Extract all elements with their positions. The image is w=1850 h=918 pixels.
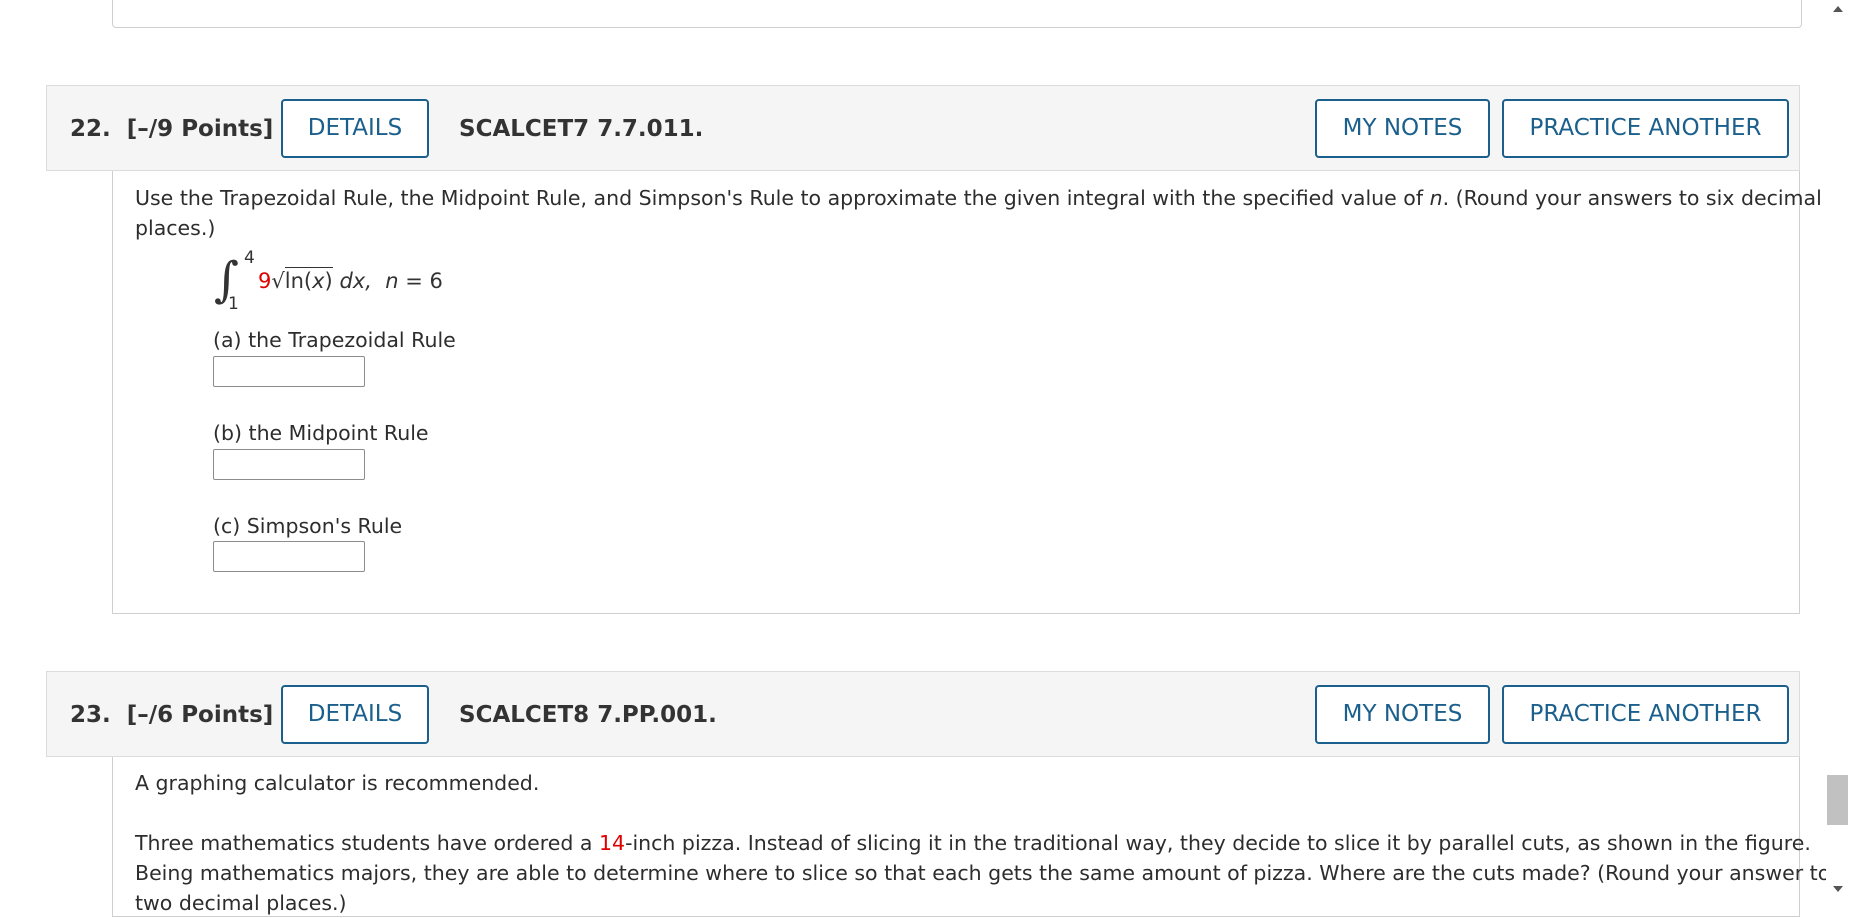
calculator-note: A graphing calculator is recommended. [135,771,540,795]
practice-another-button[interactable]: PRACTICE ANOTHER [1502,685,1789,744]
question-prompt: Use the Trapezoidal Rule, the Midpoint R… [135,186,1822,210]
integral-upper-limit: 4 [244,248,255,268]
integral-expression: ∫ 4 1 9√ln(x) dx, n = 6 [210,248,470,318]
question-23-header: 23. [–/6 Points] DETAILS SCALCET8 7.PP.0… [46,671,1800,757]
question-paragraph-line1: Three mathematics students have ordered … [135,831,1811,855]
simpson-answer-input[interactable] [213,541,365,572]
integral-lower-limit: 1 [228,294,239,314]
scroll-down-arrow-icon[interactable] [1833,886,1843,892]
question-paragraph-line3: two decimal places.) [135,891,347,915]
scrollbar[interactable] [1826,0,1850,902]
midpoint-answer-input[interactable] [213,449,365,480]
question-23-number: 23. [–/6 Points] [70,702,274,728]
my-notes-button[interactable]: MY NOTES [1315,685,1490,744]
details-button[interactable]: DETAILS [281,99,429,158]
part-b-label: (b) the Midpoint Rule [213,421,429,445]
question-22-number: 22. [–/9 Points] [70,116,274,142]
question-22-body [112,171,1800,614]
practice-another-button[interactable]: PRACTICE ANOTHER [1502,99,1789,158]
scroll-up-arrow-icon[interactable] [1833,6,1843,12]
question-code: SCALCET8 7.PP.001. [459,702,717,728]
part-a-label: (a) the Trapezoidal Rule [213,328,456,352]
integrand: 9√ln(x) dx, n = 6 [258,267,443,293]
question-paragraph-line2: Being mathematics majors, they are able … [135,861,1831,885]
trapezoidal-answer-input[interactable] [213,356,365,387]
details-button[interactable]: DETAILS [281,685,429,744]
my-notes-button[interactable]: MY NOTES [1315,99,1490,158]
question-code: SCALCET7 7.7.011. [459,116,704,142]
scrollbar-thumb[interactable] [1827,775,1848,825]
question-prompt-line2: places.) [135,216,216,240]
previous-question-body [112,0,1802,28]
question-22-header: 22. [–/9 Points] DETAILS SCALCET7 7.7.01… [46,85,1800,171]
part-c-label: (c) Simpson's Rule [213,514,403,538]
